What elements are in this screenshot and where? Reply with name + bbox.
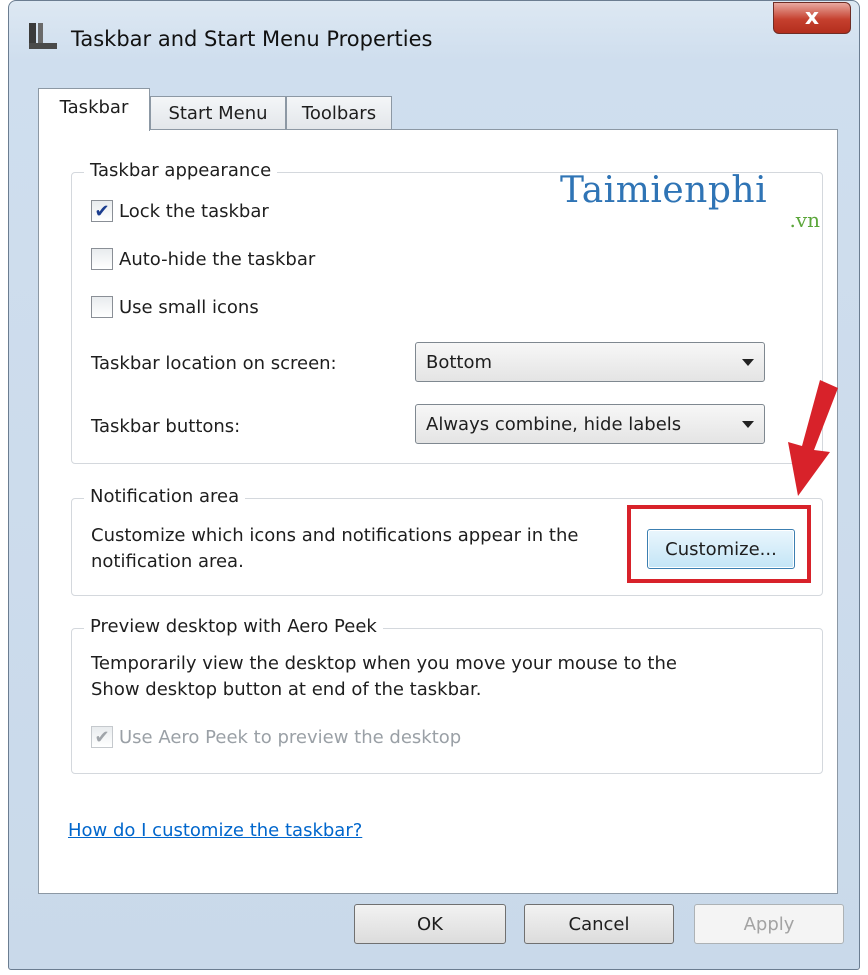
aero-peek-desc-1: Temporarily view the desktop when you mo… [91,653,677,674]
taskbar-icon [29,23,57,49]
help-link[interactable]: How do I customize the taskbar? [68,820,362,841]
tab-toolbars[interactable]: Toolbars [286,96,392,130]
aero-peek-use-label: Use Aero Peek to preview the desktop [119,726,462,748]
aero-peek-checkbox: ✔ Use Aero Peek to preview the desktop [91,726,461,748]
location-label: Taskbar location on screen: [91,353,337,374]
logo-suffix: .vn [789,208,820,232]
ok-button[interactable]: OK [354,904,506,944]
tab-taskbar[interactable]: Taskbar [38,88,150,131]
notification-area-label: Notification area [84,486,246,507]
checkmark-icon: ✔ [91,200,113,222]
cancel-button[interactable]: Cancel [524,904,674,944]
apply-button: Apply [694,904,844,944]
close-button[interactable]: x [773,2,851,34]
location-select[interactable]: Bottom [415,342,765,382]
small-icons-checkbox[interactable]: Use small icons [91,296,259,318]
logo-text: Taimienphi [560,170,768,211]
close-icon: x [804,5,820,30]
notification-desc-2: notification area. [91,551,244,572]
customize-highlight-box [627,505,811,583]
buttons-label: Taskbar buttons: [91,416,241,437]
autohide-checkbox[interactable]: Auto-hide the taskbar [91,248,315,270]
checkmark-icon: ✔ [91,726,113,748]
taskbar-appearance-label: Taskbar appearance [84,160,278,181]
checkbox-empty-icon [91,248,113,270]
aero-peek-label: Preview desktop with Aero Peek [84,616,383,637]
tab-start-menu[interactable]: Start Menu [150,96,286,130]
window-title: Taskbar and Start Menu Properties [71,27,433,51]
lock-taskbar-label: Lock the taskbar [119,200,269,222]
pointer-arrow-icon [788,380,838,496]
buttons-select[interactable]: Always combine, hide labels [415,404,765,444]
aero-peek-desc-2: Show desktop button at end of the taskba… [91,679,482,700]
buttons-value: Always combine, hide labels [426,414,682,435]
lock-taskbar-checkbox[interactable]: ✔ Lock the taskbar [91,200,269,222]
dropdown-arrow-icon [742,359,754,366]
autohide-label: Auto-hide the taskbar [119,248,316,270]
taimienphi-logo: Taimienphi .vn [560,170,820,240]
location-value: Bottom [426,352,493,373]
checkbox-empty-icon [91,296,113,318]
dropdown-arrow-icon [742,421,754,428]
small-icons-label: Use small icons [119,296,259,318]
notification-desc-1: Customize which icons and notifications … [91,525,579,546]
